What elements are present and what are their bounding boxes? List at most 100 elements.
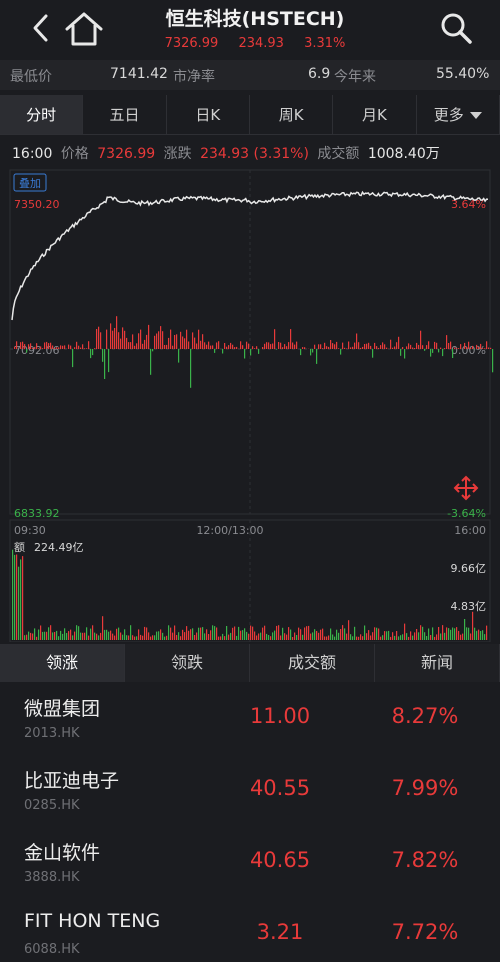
volume-bar	[356, 636, 358, 640]
y-min-label: 6833.92	[14, 507, 60, 520]
volume-bar	[390, 636, 392, 640]
change-bar	[132, 334, 134, 349]
change-bar	[46, 341, 48, 349]
change-bar	[360, 347, 362, 349]
stock-row[interactable]: FIT HON TENG 6088.HK 3.21 7.72%	[0, 898, 500, 962]
volume-bar	[110, 630, 112, 640]
tab-top-gainers[interactable]: 领涨	[0, 644, 125, 682]
change-bar	[352, 346, 354, 349]
volume-bar	[240, 630, 242, 640]
volume-bar	[452, 627, 454, 640]
volume-bar	[92, 625, 94, 640]
change-bar	[330, 340, 332, 349]
volume-bar	[358, 636, 360, 640]
tab-monthly-k[interactable]: 月K	[333, 95, 417, 134]
tab-more[interactable]: 更多	[417, 95, 500, 134]
change-bar	[414, 348, 416, 349]
stock-row[interactable]: 金山软件 3888.HK 40.65 7.82%	[0, 826, 500, 898]
change-bar	[436, 342, 438, 349]
volume-bar	[314, 629, 316, 640]
change-bar	[200, 340, 202, 349]
stock-code: 2013.HK	[24, 726, 80, 741]
stats-row: 最低价 7141.42 市净率 6.9 今年来 55.40%	[0, 60, 500, 90]
change-bar	[82, 344, 84, 349]
tab-weekly-k[interactable]: 周K	[250, 95, 334, 134]
tab-top-losers[interactable]: 领跌	[125, 644, 250, 682]
volume-bar	[332, 634, 334, 640]
tab-daily-k[interactable]: 日K	[167, 95, 250, 134]
change-bar	[304, 347, 306, 349]
change-bar	[268, 342, 270, 349]
pb-value: 6.9	[308, 66, 331, 82]
change-bar	[210, 345, 212, 349]
volume-bar	[306, 626, 308, 640]
volume-bar	[160, 629, 162, 640]
change-bar	[300, 349, 302, 356]
amount-label: 额	[14, 541, 25, 554]
change-bar	[320, 344, 322, 349]
volume-bar	[90, 628, 92, 640]
change-bar	[168, 337, 170, 349]
intraday-chart[interactable]: 叠加 7350.20 7092.06 6833.92 3.64% 0.00% -…	[0, 168, 500, 642]
stock-row[interactable]: 比亚迪电子 0285.HK 40.55 7.99%	[0, 754, 500, 826]
volume-bar	[212, 625, 214, 640]
change-bar	[196, 343, 198, 349]
volume-bar	[408, 636, 410, 640]
change-bar	[440, 347, 442, 349]
volume-bar	[294, 632, 296, 640]
move-icon[interactable]	[453, 475, 479, 501]
volume-bar	[108, 631, 110, 640]
change-bar	[328, 346, 330, 349]
change-bar	[458, 348, 460, 349]
change-bar	[358, 342, 360, 349]
volume-bar	[266, 633, 268, 640]
change-bar	[180, 331, 182, 349]
change-bar	[120, 338, 122, 349]
change-bar	[104, 349, 106, 379]
change-bar	[316, 349, 318, 364]
change-bar	[72, 349, 74, 368]
volume-bar	[12, 549, 14, 640]
change-bar	[44, 342, 46, 349]
change-bar	[112, 330, 114, 349]
volume-bar	[338, 632, 340, 640]
volume-bar	[114, 635, 116, 640]
change-bar	[366, 343, 368, 349]
change-bar	[86, 348, 88, 349]
volume-bar	[164, 636, 166, 640]
volume-bar	[326, 636, 328, 640]
tab-news[interactable]: 新闻	[375, 644, 500, 682]
search-icon[interactable]	[438, 10, 474, 46]
volume-bar	[230, 632, 232, 640]
change-bar	[190, 349, 192, 388]
volume-bar	[288, 627, 290, 640]
low-label: 最低价	[10, 69, 52, 85]
back-icon[interactable]	[26, 10, 56, 46]
volume-bar	[342, 625, 344, 640]
volume-bar	[276, 625, 278, 640]
volume-bar	[84, 632, 86, 640]
change-bar	[96, 329, 98, 349]
tab-turnover[interactable]: 成交额	[250, 644, 375, 682]
tab-intraday[interactable]: 分时	[0, 95, 84, 134]
volume-bar	[418, 632, 420, 640]
change-bar	[326, 346, 328, 349]
change-bar	[78, 345, 80, 349]
index-quote: 7326.99 234.93 3.31%	[110, 36, 400, 51]
page-title: 恒生科技(HSTECH)	[165, 8, 345, 30]
change-bar	[24, 344, 26, 349]
tab-five-day[interactable]: 五日	[83, 95, 167, 134]
change-bar	[74, 347, 76, 349]
volume-bar	[454, 628, 456, 640]
change-label: 涨跌	[163, 146, 192, 162]
change-bar	[110, 323, 112, 349]
volume-bar	[400, 635, 402, 640]
change-bar	[482, 348, 484, 349]
change-bar	[240, 341, 242, 349]
volume-bar	[250, 625, 252, 640]
change-value: 234.93 (3.31%)	[200, 146, 309, 162]
stock-row[interactable]: 微盟集团 2013.HK 11.00 8.27%	[0, 682, 500, 754]
change-bar	[230, 342, 232, 349]
volume-bar	[206, 629, 208, 640]
home-icon[interactable]	[64, 10, 104, 48]
